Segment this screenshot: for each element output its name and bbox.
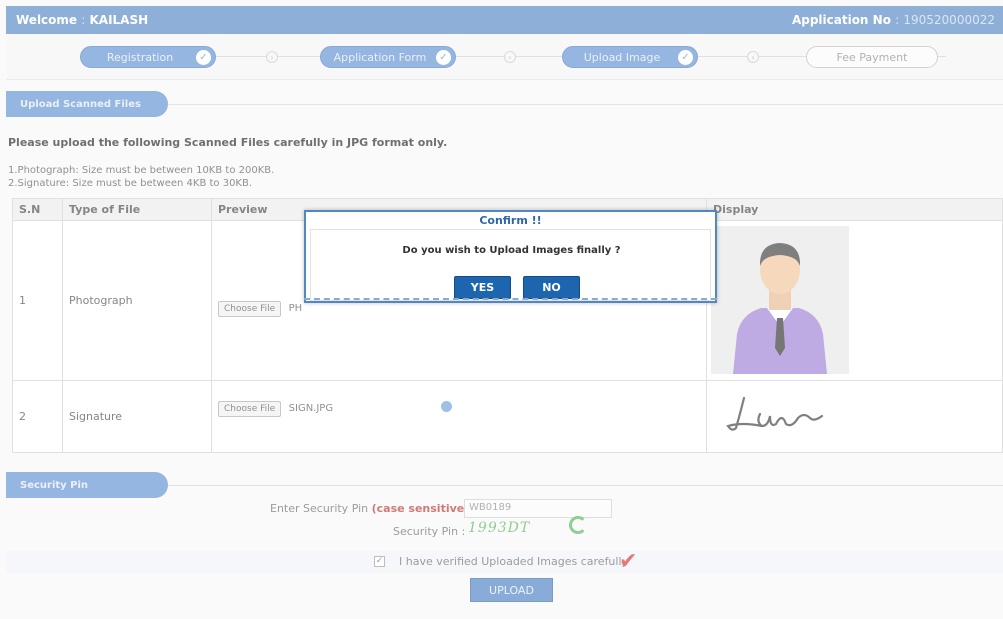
dialog-dashed-divider (304, 296, 717, 300)
modal-overlay (0, 0, 1003, 619)
dialog-message: Do you wish to Upload Images finally ? (402, 245, 621, 256)
dialog-title: Confirm !! (479, 214, 542, 227)
confirm-dialog: Confirm !! Do you wish to Upload Images … (304, 210, 717, 303)
dialog-body: Do you wish to Upload Images finally ? Y… (310, 229, 711, 301)
page: Welcome : KAILASH Application No : 19052… (0, 0, 1003, 619)
